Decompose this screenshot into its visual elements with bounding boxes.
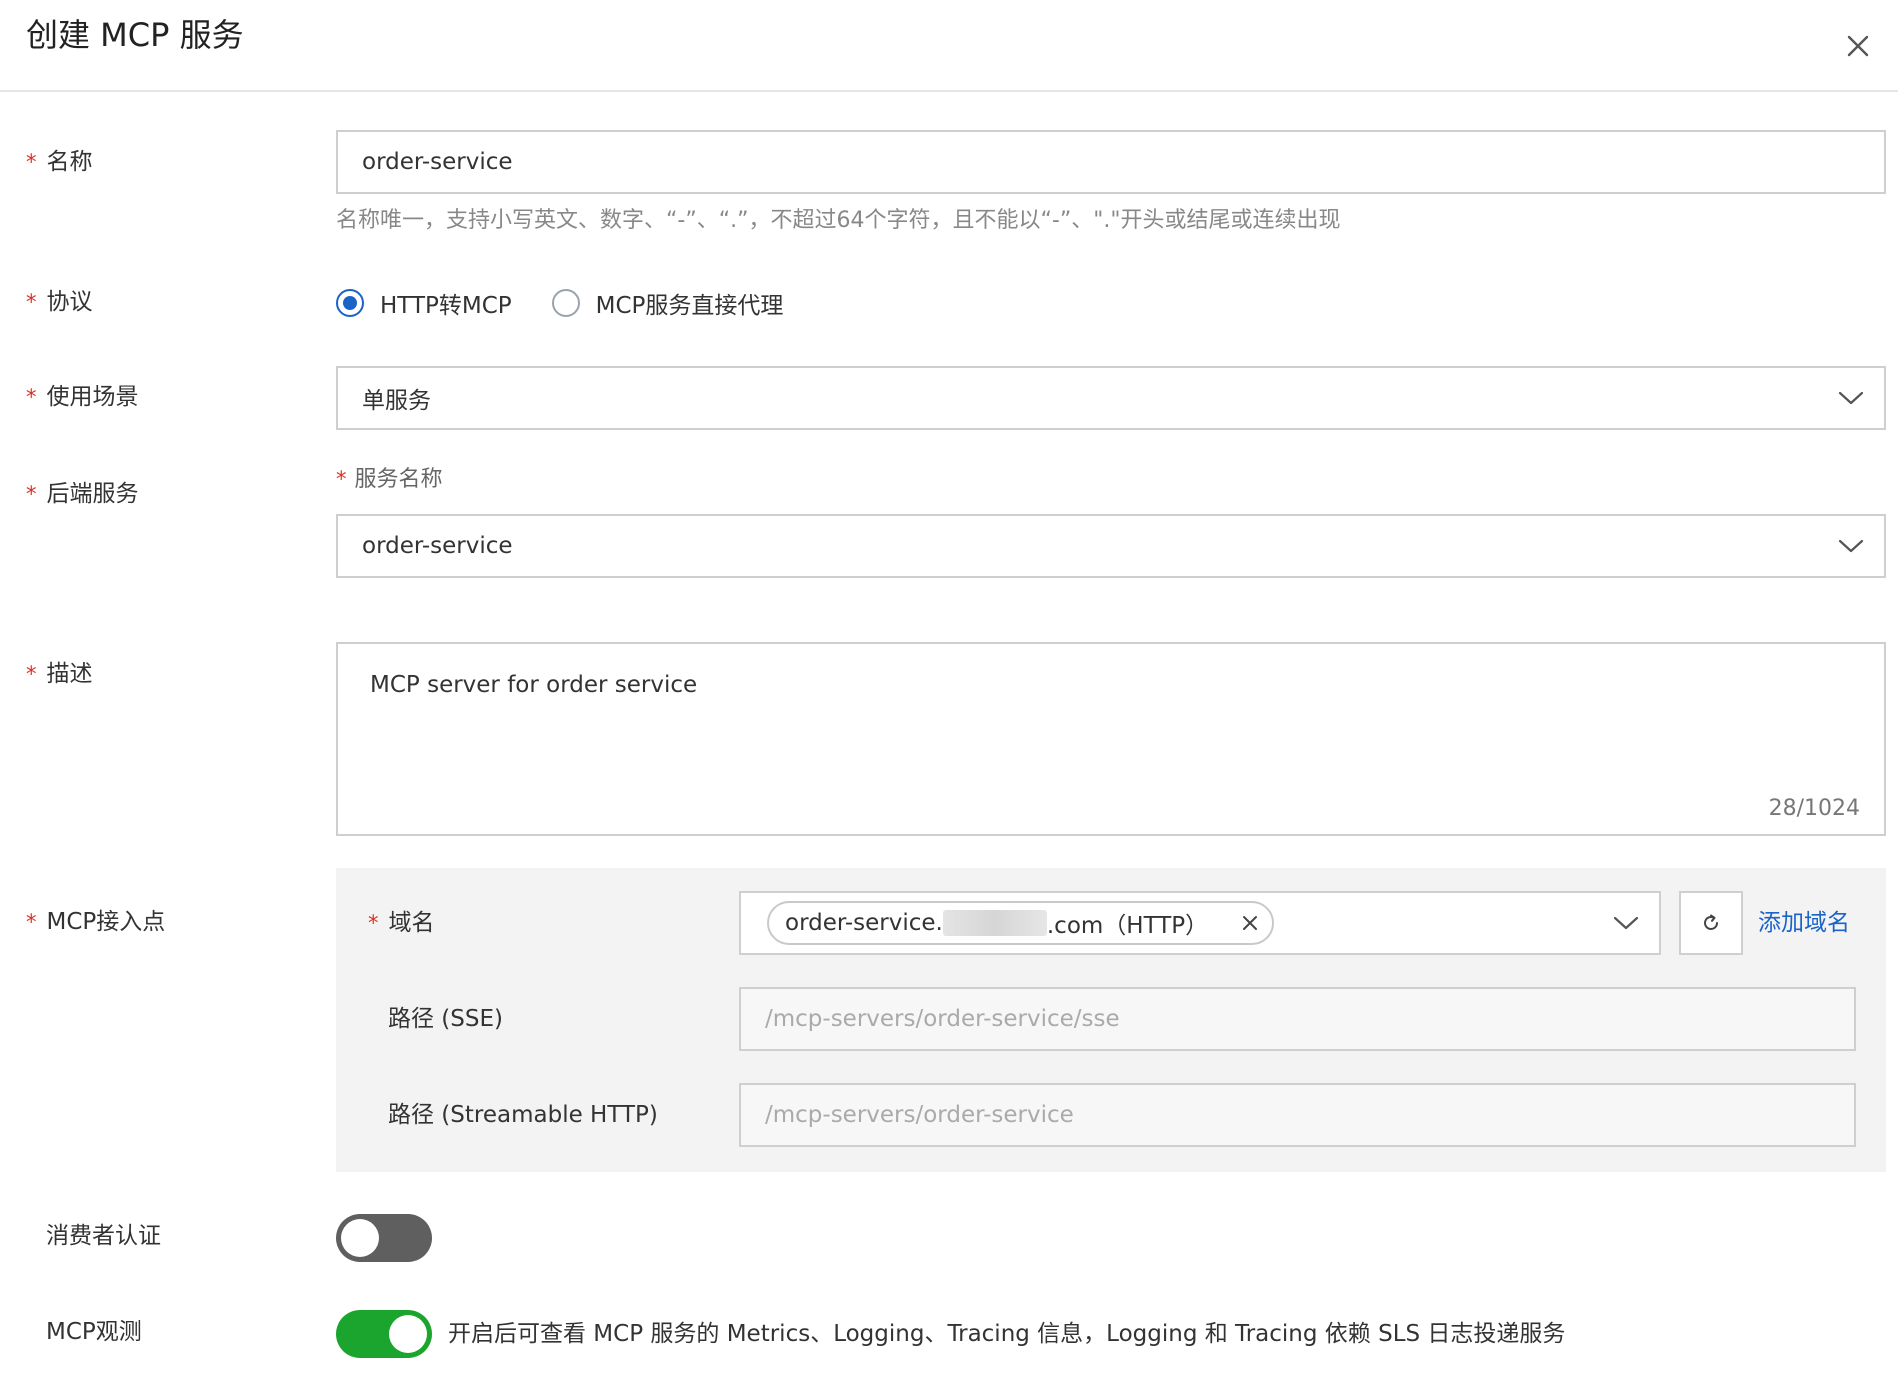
dialog-header: 创建 MCP 服务 bbox=[0, 0, 1898, 92]
streamable-http-path-label: 路径 (Streamable HTTP) bbox=[388, 1102, 658, 1128]
refresh-icon bbox=[1704, 914, 1718, 930]
streamable-http-path-input[interactable]: /mcp-servers/order-service bbox=[739, 1083, 1856, 1147]
domain-label: * 域名 bbox=[368, 910, 435, 936]
endpoint-label: * MCP接入点 bbox=[26, 909, 166, 935]
char-counter: 28/1024 bbox=[1768, 796, 1860, 821]
close-icon[interactable] bbox=[1840, 28, 1876, 64]
description-label: * 描述 bbox=[26, 661, 93, 687]
scenario-label: * 使用场景 bbox=[26, 384, 139, 410]
protocol-radio-mcp-proxy[interactable]: MCP服务直接代理 bbox=[551, 286, 783, 320]
required-mark: * bbox=[26, 290, 37, 314]
name-label: * 名称 bbox=[26, 149, 93, 175]
chevron-down-icon[interactable] bbox=[1613, 915, 1639, 931]
observability-label: MCP观测 bbox=[46, 1319, 142, 1345]
protocol-radio-http-to-mcp[interactable]: HTTP转MCP bbox=[336, 286, 512, 320]
required-mark: * bbox=[26, 662, 37, 686]
radio-unchecked-icon[interactable] bbox=[551, 289, 580, 317]
domain-tag: order-service. .com（HTTP） bbox=[767, 901, 1275, 945]
consumer-auth-switch[interactable] bbox=[336, 1214, 432, 1262]
domain-select[interactable]: order-service. .com（HTTP） bbox=[739, 891, 1661, 955]
protocol-label: * 协议 bbox=[26, 289, 93, 315]
switch-knob bbox=[389, 1315, 427, 1353]
observability-switch[interactable] bbox=[336, 1310, 432, 1358]
observability-note: 开启后可查看 MCP 服务的 Metrics、Logging、Tracing 信… bbox=[448, 1321, 1566, 1347]
endpoint-panel: * 域名 order-service. .com（HTTP） 添加域名 路径 (S… bbox=[336, 868, 1886, 1172]
required-mark: * bbox=[368, 911, 379, 935]
consumer-auth-label: 消费者认证 bbox=[46, 1223, 161, 1249]
scenario-select[interactable]: 单服务 bbox=[336, 366, 1886, 430]
service-name-label: * 服务名称 bbox=[336, 467, 443, 492]
switch-knob bbox=[341, 1219, 379, 1257]
sse-path-input[interactable]: /mcp-servers/order-service/sse bbox=[739, 987, 1856, 1051]
chevron-down-icon[interactable] bbox=[1838, 538, 1864, 554]
radio-checked-icon[interactable] bbox=[336, 289, 364, 317]
sse-path-label: 路径 (SSE) bbox=[388, 1006, 503, 1032]
redacted-domain-part bbox=[942, 910, 1047, 936]
dialog-title: 创建 MCP 服务 bbox=[26, 16, 244, 54]
required-mark: * bbox=[26, 482, 37, 506]
close-icon[interactable] bbox=[1240, 913, 1260, 933]
chevron-down-icon[interactable] bbox=[1838, 390, 1864, 406]
add-domain-link[interactable]: 添加域名 bbox=[1758, 906, 1850, 940]
required-mark: * bbox=[26, 385, 37, 409]
name-input[interactable]: order-service bbox=[336, 130, 1886, 194]
protocol-radio-group: HTTP转MCP MCP服务直接代理 bbox=[336, 284, 823, 322]
backend-service-select[interactable]: order-service bbox=[336, 514, 1886, 578]
backend-label: * 后端服务 bbox=[26, 481, 139, 507]
required-mark: * bbox=[336, 467, 347, 491]
required-mark: * bbox=[26, 150, 37, 174]
name-hint: 名称唯一，支持小写英文、数字、“-”、“.”，不超过64个字符，且不能以“-”、… bbox=[336, 208, 1341, 233]
refresh-button[interactable] bbox=[1679, 891, 1743, 955]
description-textarea[interactable]: MCP server for order service 28/1024 bbox=[336, 642, 1886, 836]
required-mark: * bbox=[26, 910, 37, 934]
